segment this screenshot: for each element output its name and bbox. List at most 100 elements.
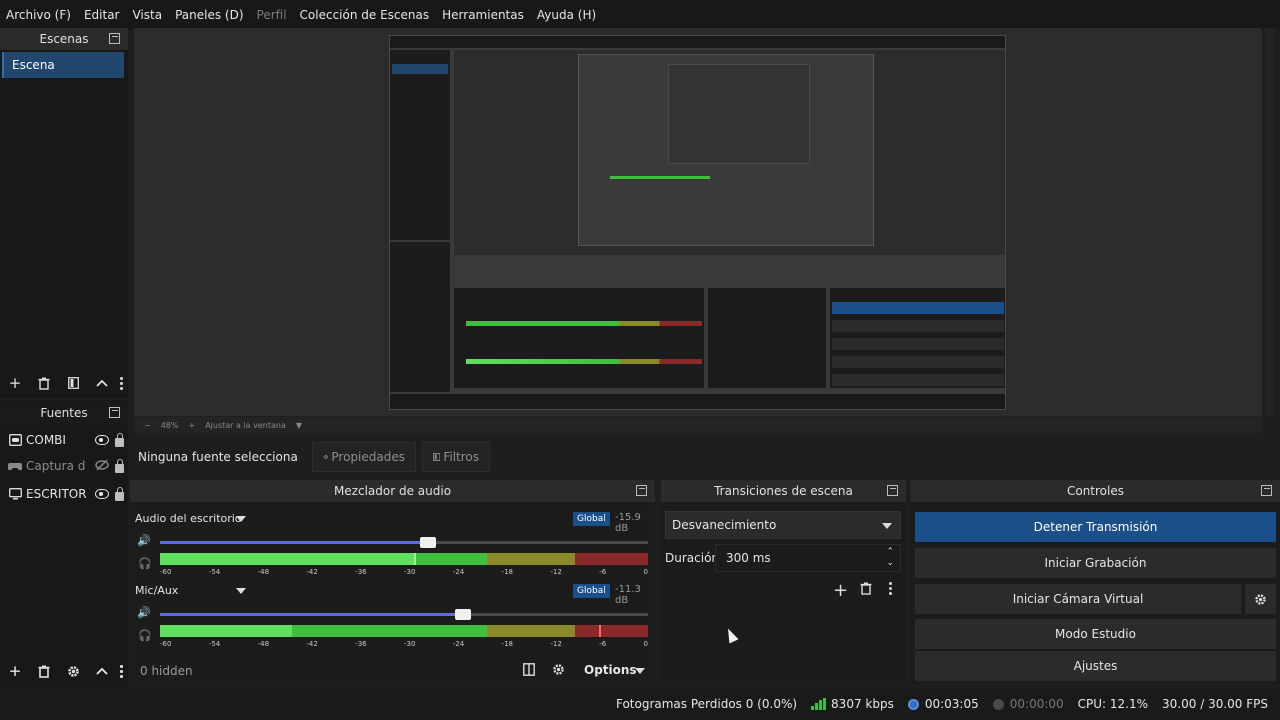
more-icon[interactable]	[120, 664, 123, 678]
headphones-icon[interactable]: 🎧	[138, 557, 152, 570]
vertical-layout-icon[interactable]	[523, 663, 535, 679]
transition-select-value: Desvanecimiento	[672, 518, 777, 532]
nested-mixer	[454, 288, 704, 388]
global-badge[interactable]: Global	[573, 584, 610, 598]
trash-icon[interactable]	[860, 582, 872, 598]
menu-item[interactable]: Vista	[132, 8, 162, 22]
zoom-bar: − 48% + Ajustar a la ventana ▼	[134, 417, 1262, 433]
no-source-label: Ninguna fuente selecciona	[138, 450, 298, 464]
sources-title: Fuentes	[40, 406, 88, 420]
move-up-button[interactable]	[91, 372, 113, 394]
meter-ticks: -60 -54 -48 -42 -36 -30 -24 -18 -12 -6 0	[160, 640, 648, 648]
menu-item[interactable]: Perfil	[257, 8, 287, 22]
status-bar: Fotogramas Perdidos 0 (0.0%) 8307 kbps 0…	[0, 688, 1280, 720]
settings-button[interactable]: Ajustes	[915, 651, 1276, 681]
studio-mode-button[interactable]: Modo Estudio	[915, 619, 1276, 649]
advanced-audio-icon[interactable]	[552, 663, 565, 679]
meter-tick-label: 0	[643, 568, 648, 576]
meter-tick-label: -12	[550, 568, 562, 576]
source-item[interactable]: Captura d	[8, 454, 124, 478]
zoom-out-button[interactable]: −	[144, 421, 151, 430]
zoom-in-button[interactable]: +	[188, 421, 195, 430]
mixer-title: Mezclador de audio	[333, 484, 452, 498]
virtual-camera-settings-button[interactable]	[1245, 584, 1276, 614]
menu-item[interactable]: Colección de Escenas	[300, 8, 430, 22]
lock-icon[interactable]	[115, 486, 124, 501]
volume-slider-knob[interactable]	[420, 537, 437, 548]
more-icon[interactable]	[120, 376, 123, 390]
speaker-icon[interactable]: 🔊	[137, 534, 151, 547]
hidden-count-label: 0 hidden	[140, 664, 193, 678]
global-badge[interactable]: Global	[573, 512, 610, 526]
preview-canvas[interactable]	[134, 28, 1262, 416]
meter-segment	[574, 625, 648, 637]
menu-item[interactable]: Archivo (F)	[6, 8, 71, 22]
nested-scene-item	[392, 64, 448, 74]
filter-icon	[433, 453, 441, 461]
meter-tick-label: -60	[160, 568, 172, 576]
chevron-down-icon[interactable]	[236, 588, 246, 594]
remove-scene-button[interactable]	[33, 372, 55, 394]
undock-icon[interactable]	[887, 485, 898, 496]
meter-tick-label: -12	[550, 640, 562, 648]
chevron-down-icon[interactable]	[236, 516, 246, 522]
source-item[interactable]: COMBI	[8, 428, 124, 452]
menu-item[interactable]: Paneles (D)	[175, 8, 243, 22]
gamepad-window-icon	[8, 433, 22, 447]
controls-dock: Controles Detener Transmisión Iniciar Gr…	[911, 480, 1280, 685]
zoom-fit-label[interactable]: Ajustar a la ventana	[205, 421, 286, 430]
meter-ticks: -60 -54 -48 -42 -36 -30 -24 -18 -12 -6 0	[160, 568, 648, 576]
lock-icon[interactable]	[115, 432, 124, 447]
meter-tick-label: -36	[355, 568, 367, 576]
remove-source-button[interactable]	[33, 660, 55, 682]
transition-select[interactable]: Desvanecimiento	[665, 511, 901, 539]
menu-item[interactable]: Herramientas	[442, 8, 524, 22]
options-button[interactable]: Options	[584, 663, 637, 677]
more-icon[interactable]	[889, 582, 892, 595]
stop-streaming-label: Detener Transmisión	[1033, 520, 1158, 534]
visibility-eye-icon[interactable]	[95, 489, 109, 499]
preview-frame	[389, 35, 1006, 410]
undock-icon[interactable]	[109, 33, 120, 44]
lock-icon[interactable]	[115, 458, 124, 473]
undock-icon[interactable]	[636, 485, 647, 496]
start-virtual-camera-button[interactable]: Iniciar Cámara Virtual	[915, 584, 1241, 614]
scene-item[interactable]: Escena	[2, 52, 124, 78]
transitions-dock: Transiciones de escena Desvanecimiento D…	[661, 480, 906, 685]
speaker-icon[interactable]: 🔊	[137, 606, 151, 619]
menu-item[interactable]: Ayuda (H)	[537, 8, 596, 22]
add-transition-button[interactable]: +	[833, 580, 848, 601]
transitions-title: Transiciones de escena	[714, 484, 853, 498]
properties-button[interactable]: Propiedades	[312, 442, 416, 472]
add-scene-button[interactable]: +	[4, 372, 26, 394]
chevron-down-icon[interactable]: ▼	[296, 421, 302, 430]
nested-status-bar	[390, 394, 1005, 409]
filters-button[interactable]	[62, 372, 84, 394]
preview-scrollbar[interactable]	[1265, 28, 1275, 416]
sources-dock-title: Fuentes	[0, 402, 128, 424]
source-item[interactable]: ESCRITOR	[8, 482, 124, 506]
volume-slider[interactable]	[160, 609, 648, 620]
filters-button[interactable]: Filtros	[422, 442, 490, 472]
duration-spinbox[interactable]: 300 ms ⌃ ⌄	[715, 544, 901, 572]
visibility-eye-hidden-icon[interactable]	[95, 459, 109, 474]
undock-icon[interactable]	[109, 407, 120, 418]
source-label: Captura d	[26, 459, 86, 473]
source-settings-button[interactable]	[62, 660, 84, 682]
volume-slider[interactable]	[160, 537, 648, 548]
undock-icon[interactable]	[1261, 485, 1272, 496]
stream-time: 00:03:05	[924, 697, 979, 711]
visibility-eye-icon[interactable]	[95, 435, 109, 445]
chevron-down-icon[interactable]	[635, 668, 645, 674]
nested-meter	[610, 176, 710, 179]
headphones-icon[interactable]: 🎧	[138, 629, 152, 642]
start-recording-button[interactable]: Iniciar Grabación	[915, 548, 1276, 578]
spin-arrows-icon[interactable]: ⌃ ⌄	[886, 547, 894, 569]
sources-dock: Fuentes COMBI Captura d ESCRITOR +	[0, 400, 128, 690]
source-move-up-button[interactable]	[91, 660, 113, 682]
stop-streaming-button[interactable]: Detener Transmisión	[915, 512, 1276, 542]
menu-item[interactable]: Editar	[84, 8, 120, 22]
add-source-button[interactable]: +	[4, 660, 26, 682]
volume-meter	[160, 625, 648, 637]
volume-slider-knob[interactable]	[454, 609, 471, 620]
